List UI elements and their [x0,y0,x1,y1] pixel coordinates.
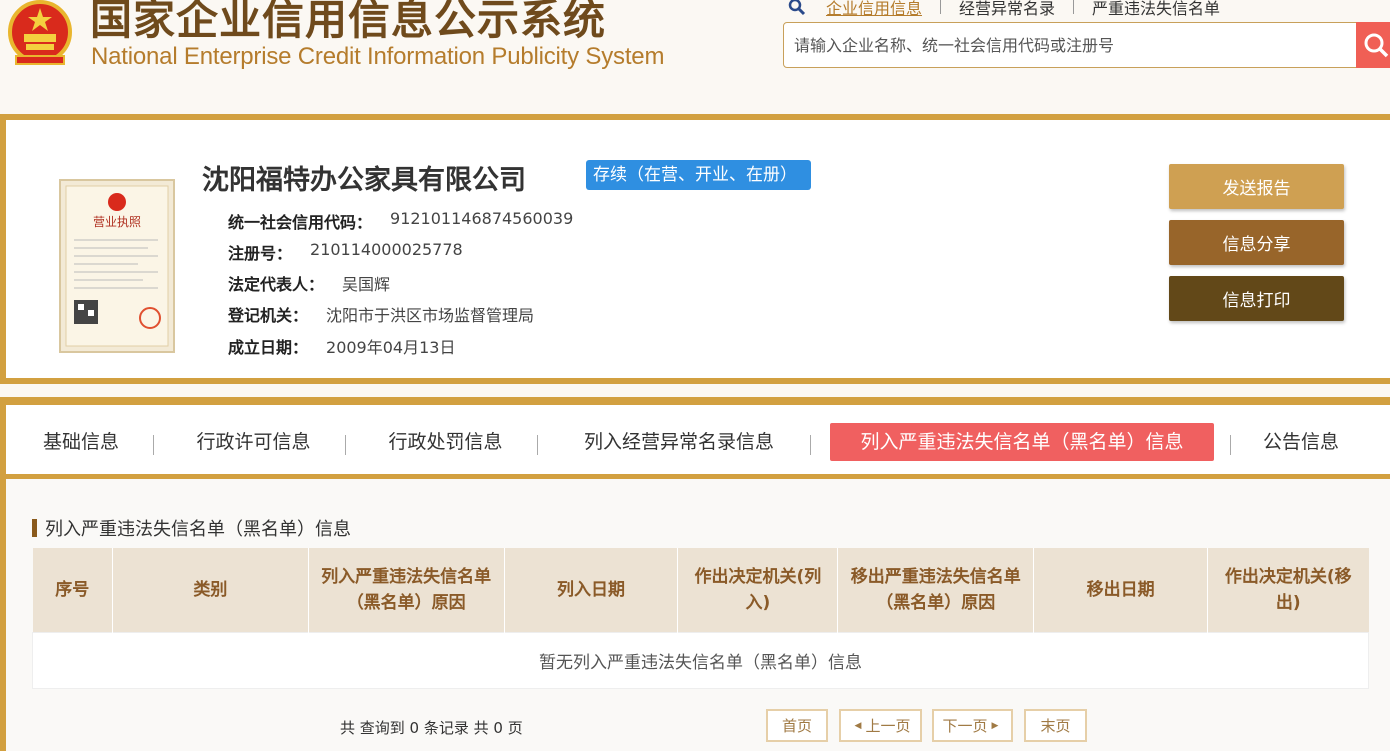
business-license-image[interactable]: 营业执照 [58,178,176,354]
info-legal-rep: 法定代表人： 吴国辉 [228,271,390,295]
top-nav: 企业信用信息 经营异常名录 严重违法失信名单 [788,0,1238,18]
license-heading: 营业执照 [93,215,141,229]
info-value: 2009年04月13日 [326,338,456,357]
tab-divider [537,435,538,455]
tab-announcements[interactable]: 公告信息 [1256,423,1346,461]
tab-basic-info[interactable]: 基础信息 [36,423,126,461]
blacklist-table: 序号 类别 列入严重违法失信名单（黑名单）原因 列入日期 作出决定机关(列入) … [32,548,1369,689]
company-card: 营业执照 沈阳福特办公家具有限公司 存续（在营、开业、在册） 统一社会信用代码：… [0,114,1390,384]
next-page-label: 下一页 [942,717,988,735]
title-bar-marker [32,519,37,537]
empty-message: 暂无列入严重违法失信名单（黑名单）信息 [32,631,1369,689]
status-badge: 存续（在营、开业、在册） [586,160,811,190]
search-input[interactable] [794,35,1357,55]
search-button[interactable] [1356,22,1390,68]
tab-divider [1230,435,1231,455]
info-reg-number: 注册号： 210114000025778 [228,240,463,264]
column-header: 移出日期 [1033,548,1209,632]
site-header: 国家企业信用信息公示系统 National Enterprise Credit … [0,0,1390,96]
info-label: 成立日期： [228,338,309,357]
column-header: 移出严重违法失信名单（黑名单）原因 [837,548,1035,632]
national-emblem-icon [8,0,72,65]
info-reg-authority: 登记机关： 沈阳市于洪区市场监督管理局 [228,302,534,326]
table-row: 暂无列入严重违法失信名单（黑名单）信息 [32,631,1369,689]
column-header: 类别 [112,548,309,632]
column-header: 作出决定机关(列入) [677,548,839,632]
share-info-button[interactable]: 信息分享 [1169,220,1344,265]
column-header: 列入严重违法失信名单（黑名单）原因 [308,548,505,632]
info-label: 统一社会信用代码： [228,213,373,232]
column-header: 作出决定机关(移出) [1207,548,1369,632]
print-info-button[interactable]: 信息打印 [1169,276,1344,321]
site-title-en: National Enterprise Credit Information P… [91,43,665,70]
section-title: 列入严重违法失信名单（黑名单）信息 [32,515,351,541]
tabs-bar: 基础信息 行政许可信息 行政处罚信息 列入经营异常名录信息 列入严重违法失信名单… [6,405,1390,479]
info-credit-code: 统一社会信用代码： 912101146874560039 [228,209,573,233]
column-header: 序号 [32,548,113,632]
tab-admin-license[interactable]: 行政许可信息 [186,423,321,461]
info-label: 登记机关： [228,306,309,325]
tab-divider [153,435,154,455]
column-header: 列入日期 [504,548,679,632]
last-page-button[interactable]: 末页 [1024,709,1087,742]
info-value: 210114000025778 [310,240,463,259]
company-name: 沈阳福特办公家具有限公司 [202,165,526,196]
search-icon [788,0,806,16]
search-box [783,22,1358,68]
last-page-label: 末页 [1040,717,1071,735]
info-value: 吴国辉 [342,275,391,294]
info-label: 注册号： [228,244,293,263]
tab-divider [345,435,346,455]
tab-blacklist[interactable]: 列入严重违法失信名单（黑名单）信息 [830,423,1214,461]
chevron-right-icon: ▶ [991,720,999,731]
first-page-label: 首页 [781,717,812,735]
tab-divider [810,435,811,455]
nav-blacklist[interactable]: 严重违法失信名单 [1074,0,1238,19]
section-title-text: 列入严重违法失信名单（黑名单）信息 [45,519,351,540]
tab-panel: 基础信息 行政许可信息 行政处罚信息 列入经营异常名录信息 列入严重违法失信名单… [0,397,1390,751]
send-report-button[interactable]: 发送报告 [1169,164,1344,209]
tab-abnormal-list[interactable]: 列入经营异常名录信息 [571,423,787,461]
next-page-button[interactable]: 下一页 ▶ [932,709,1013,742]
info-value: 沈阳市于洪区市场监督管理局 [326,306,535,325]
info-label: 法定代表人： [228,275,325,294]
nav-enterprise-credit[interactable]: 企业信用信息 [816,0,940,19]
nav-abnormal-list[interactable]: 经营异常名录 [941,0,1073,19]
tab-admin-penalty[interactable]: 行政处罚信息 [378,423,513,461]
site-title-cn: 国家企业信用信息公示系统 [90,0,607,44]
pager-summary: 共 查询到 0 条记录 共 0 页 [340,719,523,737]
chevron-left-icon: ◀ [854,720,862,731]
info-established: 成立日期： 2009年04月13日 [228,334,455,358]
search-icon [1364,33,1389,58]
first-page-button[interactable]: 首页 [766,709,828,742]
prev-page-label: 上一页 [865,717,911,735]
prev-page-button[interactable]: ◀ 上一页 [839,709,922,742]
table-header-row: 序号 类别 列入严重违法失信名单（黑名单）原因 列入日期 作出决定机关(列入) … [32,548,1369,632]
info-value: 912101146874560039 [390,209,574,228]
